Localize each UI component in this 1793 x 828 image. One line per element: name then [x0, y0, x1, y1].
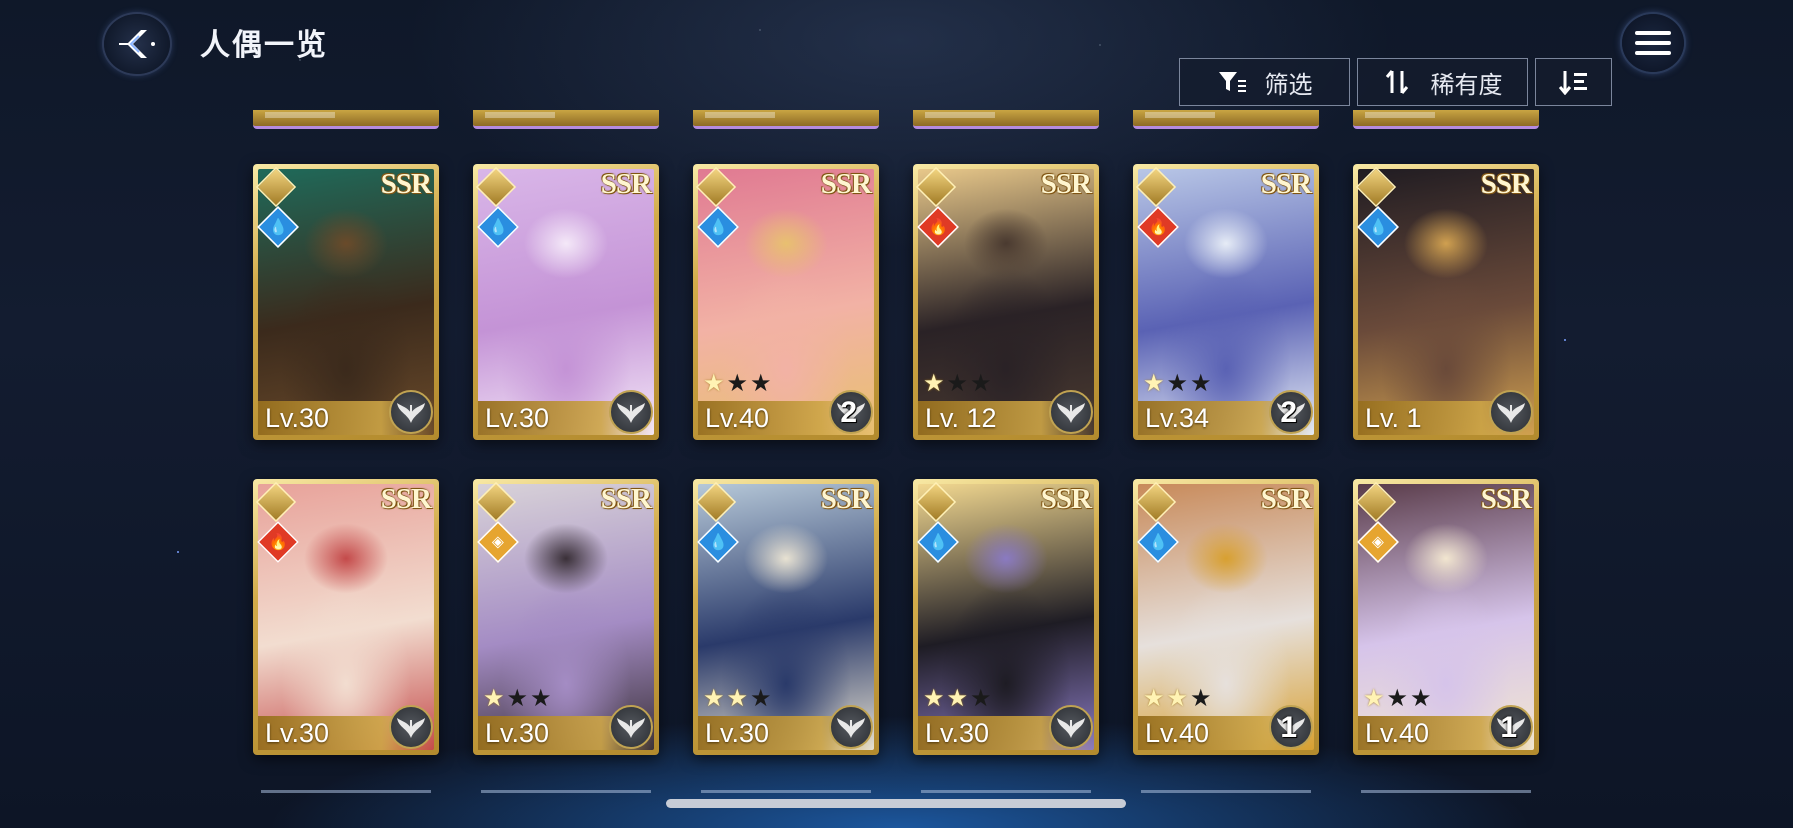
star-rating: ★★★	[923, 370, 994, 397]
wing-emblem-icon	[609, 705, 653, 749]
rarity-badge: SSR	[820, 168, 872, 200]
card-partial-bottom	[1361, 790, 1531, 793]
card-partial-bottom	[921, 790, 1091, 793]
character-card[interactable]: SSR 💧 Lv.30	[473, 164, 659, 440]
level-label: Lv.30	[485, 403, 550, 433]
card-partial-bottom	[1141, 790, 1311, 793]
wing-emblem-icon	[1049, 705, 1093, 749]
filter-label: 筛选	[1264, 71, 1313, 99]
card-partial[interactable]	[473, 110, 659, 129]
star-rating: ★★★	[483, 685, 554, 712]
rarity-badge: SSR	[1040, 168, 1092, 200]
wing-emblem-icon	[609, 390, 653, 434]
level-label: Lv.40	[1145, 718, 1210, 748]
card-partial-bottom	[261, 790, 431, 793]
card-partial[interactable]	[1353, 110, 1539, 129]
rarity-badge: SSR	[600, 483, 652, 515]
sort-order-button[interactable]	[1535, 58, 1612, 106]
wing-emblem-icon	[1049, 390, 1093, 434]
rarity-badge: SSR	[380, 168, 432, 200]
level-label: Lv. 1	[1365, 403, 1422, 433]
sort-arrows-icon	[1385, 70, 1408, 94]
star-rating: ★★★	[703, 370, 774, 397]
level-label: Lv.30	[265, 403, 330, 433]
rarity-badge: SSR	[1260, 168, 1312, 200]
rarity-badge: SSR	[600, 168, 652, 200]
level-label: Lv.30	[705, 718, 770, 748]
character-card[interactable]: SSR 💧 ★★★ Lv.40 1	[1133, 479, 1319, 755]
character-card[interactable]: SSR 💧 ★★★ Lv.40 2	[693, 164, 879, 440]
star-rating: ★★★	[1363, 685, 1434, 712]
wing-emblem-icon	[389, 390, 433, 434]
character-card[interactable]: SSR 🔥 ★★★ Lv. 12	[913, 164, 1099, 440]
card-partial[interactable]	[913, 110, 1099, 129]
page-title: 人偶一览	[200, 29, 328, 62]
character-card[interactable]: SSR ◈ ★★★ Lv.30	[473, 479, 659, 755]
rarity-label: 稀有度	[1430, 71, 1503, 99]
awaken-count-badge: 1	[1280, 711, 1297, 744]
hamburger-menu-icon	[1635, 28, 1671, 58]
character-card[interactable]: SSR 🔥 ★★★ Lv.34 2	[1133, 164, 1319, 440]
back-arrow-icon	[119, 30, 155, 58]
card-partial[interactable]	[253, 110, 439, 129]
filter-icon	[1218, 72, 1246, 92]
level-label: Lv.40	[705, 403, 770, 433]
sort-order-icon	[1558, 71, 1587, 95]
rarity-badge: SSR	[1480, 483, 1532, 515]
awaken-count-badge: 2	[840, 396, 857, 429]
level-label: Lv.30	[925, 718, 990, 748]
level-label: Lv.34	[1145, 403, 1210, 433]
character-card[interactable]: SSR 💧 Lv. 1	[1353, 164, 1539, 440]
awaken-count-badge: 1	[1500, 711, 1517, 744]
star-rating: ★★★	[1143, 685, 1214, 712]
level-label: Lv. 12	[925, 403, 997, 433]
star-rating: ★★★	[1143, 370, 1214, 397]
rarity-badge: SSR	[1040, 483, 1092, 515]
star-rating: ★★★	[703, 685, 774, 712]
rarity-badge: SSR	[1480, 168, 1532, 200]
home-indicator	[666, 799, 1126, 808]
character-card[interactable]: SSR 🔥 Lv.30	[253, 479, 439, 755]
menu-button[interactable]	[1622, 14, 1684, 72]
rarity-sort-button[interactable]: 稀有度	[1357, 58, 1528, 106]
card-partial[interactable]	[1133, 110, 1319, 129]
level-label: Lv.30	[265, 718, 330, 748]
card-partial-bottom	[481, 790, 651, 793]
level-label: Lv.30	[485, 718, 550, 748]
rarity-badge: SSR	[1260, 483, 1312, 515]
card-partial[interactable]	[693, 110, 879, 129]
wing-emblem-icon	[1489, 390, 1533, 434]
star-rating: ★★★	[923, 685, 994, 712]
level-label: Lv.40	[1365, 718, 1430, 748]
character-card[interactable]: SSR 💧 ★★★ Lv.30	[693, 479, 879, 755]
rarity-badge: SSR	[820, 483, 872, 515]
awaken-count-badge: 2	[1280, 396, 1297, 429]
character-card[interactable]: SSR 💧 ★★★ Lv.30	[913, 479, 1099, 755]
back-button[interactable]	[104, 14, 170, 74]
card-partial-bottom	[701, 790, 871, 793]
character-card[interactable]: SSR 💧 Lv.30	[253, 164, 439, 440]
rarity-badge: SSR	[380, 483, 432, 515]
wing-emblem-icon	[389, 705, 433, 749]
character-card[interactable]: SSR ◈ ★★★ Lv.40 1	[1353, 479, 1539, 755]
wing-emblem-icon	[829, 705, 873, 749]
filter-button[interactable]: 筛选	[1179, 58, 1350, 106]
